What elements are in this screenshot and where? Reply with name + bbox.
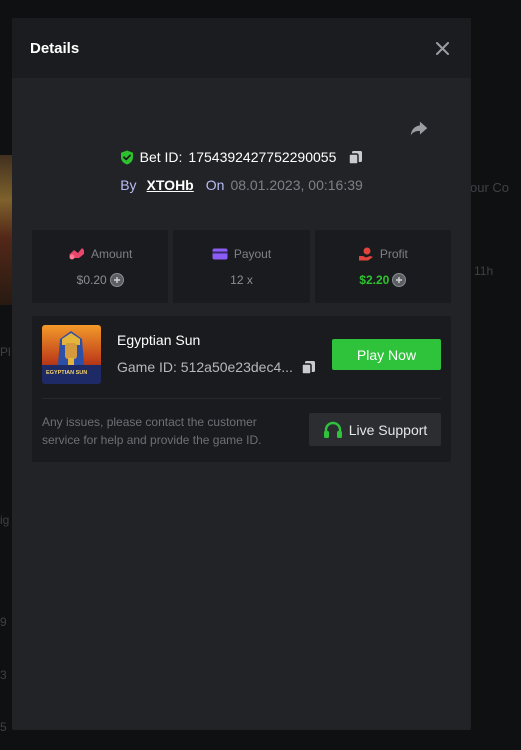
game-thumbnail[interactable]: EGYPTIAN SUN [42,325,101,384]
support-hint-text: Any issues, please contact the customer … [42,415,262,447]
divider [42,398,441,399]
modal-title: Details [30,39,80,57]
live-support-button[interactable]: Live Support [309,413,441,446]
profit-stat-header: Profit [358,247,408,261]
game-thumb-text: EGYPTIAN SUN [46,370,87,376]
on-label: On [205,177,225,193]
payout-stat: Payout 12 x [173,230,310,303]
coin-icon [109,272,124,287]
pharaoh-image: EGYPTIAN SUN [42,325,101,384]
modal-header: Details [12,18,471,78]
payout-value: 12 x [230,272,253,287]
game-name: Egyptian Sun [117,332,201,348]
copy-icon [301,360,315,375]
background-text: ig [0,513,10,527]
profit-label: Profit [379,246,408,261]
amount-value: $0.20 [76,272,107,287]
profit-value: $2.20 [359,272,390,287]
background-text: 3 [0,668,7,682]
background-text: 5 [0,720,7,734]
profit-value-row: $2.20 [359,272,407,287]
close-button[interactable] [431,37,453,59]
bet-datetime: 08.01.2023, 00:16:39 [230,177,363,193]
share-button[interactable] [408,118,432,142]
background-game-thumbnail [0,155,12,305]
copy-icon [348,150,363,165]
amount-label: Amount [90,246,133,261]
profit-stat: Profit $2.20 [314,230,451,303]
bet-id-value: 1754392427752290055 [188,149,337,165]
amount-icon [68,248,84,260]
background-text: 9 [0,615,7,629]
game-id-row: Game ID: 512a50e23dec4... [117,359,316,375]
play-now-button[interactable]: Play Now [332,339,441,370]
amount-stat-header: Amount [68,247,132,261]
bet-meta-line: By XTOHb On 08.01.2023, 00:16:39 [12,177,471,193]
payout-value-row: 12 x [230,273,253,287]
coin-icon [392,272,407,287]
copy-game-id-button[interactable] [301,360,316,375]
background-text: our Co [470,180,510,195]
by-label: By [120,177,137,193]
card-icon [212,248,228,259]
bet-details-modal: Details Bet ID: 1754392427752290055 By X… [12,18,471,730]
game-id-value: 512a50e23dec4... [180,359,293,375]
close-icon [435,41,449,55]
profit-hand-icon [358,247,373,260]
amount-stat: Amount $0.20 [32,230,169,303]
bet-id-label: Bet ID: [139,149,183,165]
shield-check-icon [120,150,133,164]
bet-stats: Amount $0.20 Payout 12 x Profit $2.20 [32,230,451,303]
payout-label: Payout [233,246,272,261]
game-id-label: Game ID: [117,359,177,375]
bet-id-line: Bet ID: 1754392427752290055 [12,149,471,165]
live-support-label: Live Support [348,421,428,438]
copy-bet-id-button[interactable] [348,150,363,165]
game-card: EGYPTIAN SUN Egyptian Sun Game ID: 512a5… [32,316,451,462]
background-time: 11h [474,264,494,278]
username-link[interactable]: XTOHb [147,177,194,193]
amount-value-row: $0.20 [76,272,124,287]
payout-stat-header: Payout [212,247,271,261]
headset-icon [323,421,342,438]
background-text: Pl [0,345,11,359]
share-icon [410,121,428,136]
